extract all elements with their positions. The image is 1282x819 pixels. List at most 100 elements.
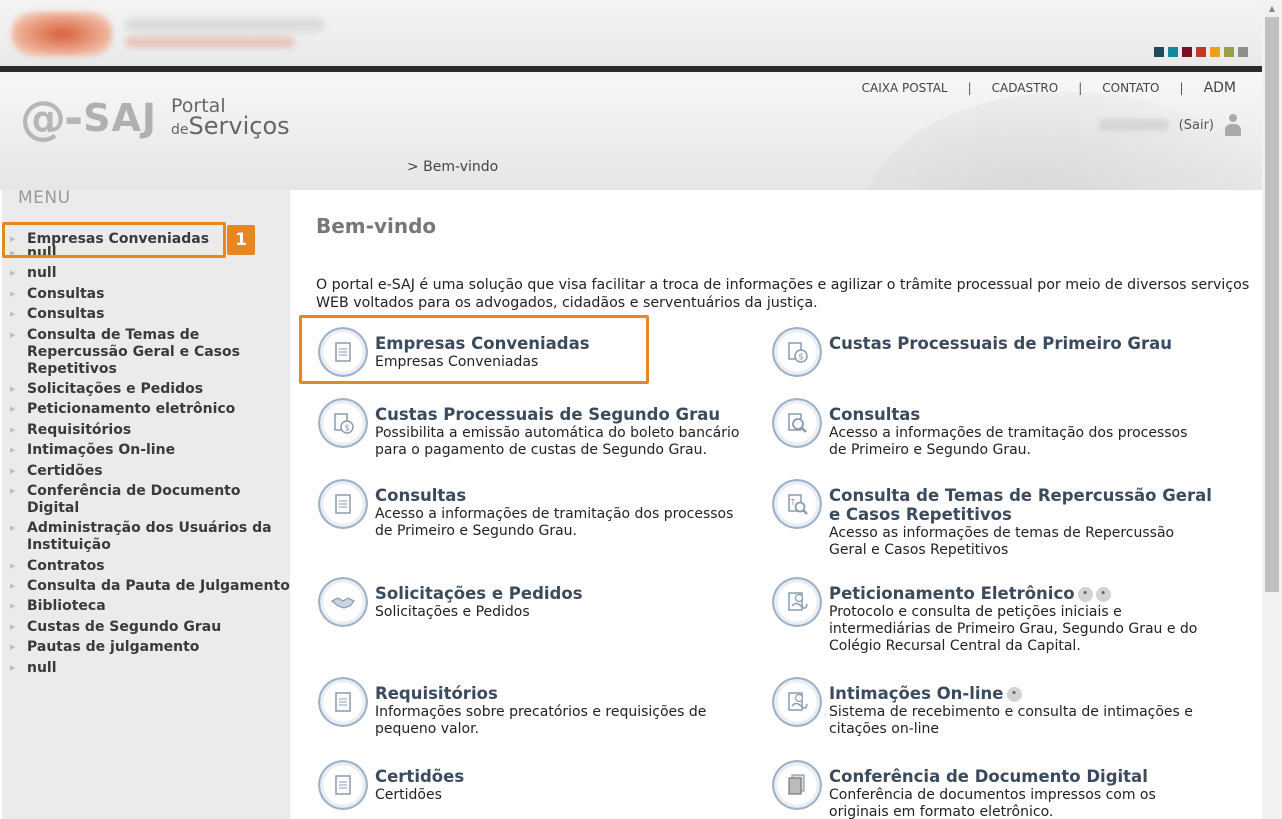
menu-item-certidoes[interactable]: Certidões (10, 463, 290, 480)
nav-adm[interactable]: ADM (1204, 80, 1236, 96)
card-consultas-lupa[interactable]: Consultas Acesso a informações de tramit… (772, 398, 1212, 459)
swatch-2[interactable] (1168, 47, 1178, 57)
document-icon (318, 479, 368, 529)
site-header: @- SAJ Portal deServiços CAIXA POSTAL | … (0, 72, 1262, 190)
color-theme-swatches (1154, 47, 1248, 57)
nav-contato[interactable]: CONTATO (1102, 81, 1159, 95)
menu-list: Empresas Conveniadas null null Consultas… (10, 231, 290, 680)
card-desc: Certidões (375, 787, 442, 803)
user-area: (Sair) (1098, 114, 1242, 136)
card-title[interactable]: Intimações On-line • (829, 684, 1209, 703)
handshake-icon (318, 577, 368, 627)
swatch-4[interactable] (1196, 47, 1206, 57)
card-title[interactable]: Conferência de Documento Digital (829, 767, 1212, 786)
blurred-title (125, 18, 325, 32)
card-custas-primeiro-grau[interactable]: $ Custas Processuais de Primeiro Grau (772, 327, 1212, 377)
card-title[interactable]: Peticionamento Eletrônico • • (829, 584, 1212, 603)
document-icon (318, 760, 368, 810)
blurred-username (1098, 119, 1169, 131)
card-title[interactable]: Custas Processuais de Segundo Grau (375, 405, 758, 424)
card-title[interactable]: Solicitações e Pedidos (375, 584, 583, 603)
swatch-6[interactable] (1224, 47, 1234, 57)
highlight-box-card (299, 315, 649, 384)
page-title: Bem-vindo (316, 214, 437, 238)
swatch-5[interactable] (1210, 47, 1220, 57)
menu-item-peticionamento[interactable]: Peticionamento eletrônico (10, 401, 290, 418)
nav-cadastro[interactable]: CADASTRO (992, 81, 1059, 95)
esaj-logo[interactable]: @- SAJ Portal deServiços (20, 88, 290, 148)
card-requisitorios[interactable]: Requisitórios Informações sobre precatór… (318, 677, 758, 738)
menu-title: MENU (18, 188, 71, 208)
card-desc: Protocolo e consulta de petições iniciai… (829, 604, 1198, 654)
card-title[interactable]: Custas Processuais de Primeiro Grau (829, 334, 1172, 353)
user-icon[interactable] (1224, 114, 1242, 136)
swatch-3[interactable] (1182, 47, 1192, 57)
menu-item-solicitacoes[interactable]: Solicitações e Pedidos (10, 381, 290, 398)
card-desc: Conferência de documentos impressos com … (829, 787, 1156, 819)
intro-text: O portal e-SAJ é uma solução que visa fa… (316, 277, 1250, 311)
menu-item-null-2[interactable]: null (10, 265, 290, 282)
card-desc: Informações sobre precatórios e requisiç… (375, 704, 707, 737)
menu-item-pauta-julgamento[interactable]: Consulta da Pauta de Julgamento (10, 578, 290, 595)
menu-item-consultas-1[interactable]: Consultas (10, 286, 290, 303)
page-scrollbar[interactable]: ▲ (1262, 0, 1282, 819)
document-icon (318, 677, 368, 727)
menu-item-administracao-usuarios[interactable]: Administração dos Usuários da Instituiçã… (10, 520, 290, 554)
logout-link[interactable]: (Sair) (1179, 118, 1214, 133)
menu-item-pautas-julgamento[interactable]: Pautas de julgamento (10, 639, 290, 656)
card-temas-repercussao[interactable]: T Consulta de Temas de Repercussão Geral… (772, 479, 1212, 559)
blurred-logo (12, 12, 112, 56)
menu-item-biblioteca[interactable]: Biblioteca (10, 598, 290, 615)
card-conferencia-documento[interactable]: Conferência de Documento Digital Conferê… (772, 760, 1212, 819)
top-navigation: CAIXA POSTAL | CADASTRO | CONTATO | ADM (862, 80, 1236, 96)
swatch-1[interactable] (1154, 47, 1164, 57)
nav-separator: | (1179, 81, 1184, 95)
dollar-document-icon: $ (318, 398, 368, 448)
card-title-text[interactable]: Peticionamento Eletrônico (829, 584, 1075, 603)
menu-item-custas-segundo-grau[interactable]: Custas de Segundo Grau (10, 619, 290, 636)
card-title[interactable]: Requisitórios (375, 684, 758, 703)
nav-separator: | (1078, 81, 1083, 95)
menu-item-contratos[interactable]: Contratos (10, 558, 290, 575)
card-certidoes[interactable]: Certidões Certidões (318, 760, 758, 810)
highlight-box-menu (2, 222, 226, 258)
blurred-subtitle (125, 36, 295, 48)
menu-item-consultas-2[interactable]: Consultas (10, 306, 290, 323)
menu-item-requisitorios[interactable]: Requisitórios (10, 422, 290, 439)
main-content: Bem-vindo O portal e-SAJ é uma solução q… (290, 190, 1262, 819)
stacked-documents-icon (772, 760, 822, 810)
breadcrumb: > Bem-vindo (407, 159, 499, 175)
magnifier-document-icon (772, 398, 822, 448)
card-title[interactable]: Certidões (375, 767, 464, 786)
annotation-badge: 1 (227, 225, 255, 255)
logo-e-mark: @- (20, 91, 83, 145)
card-solicitacoes-pedidos[interactable]: Solicitações e Pedidos Solicitações e Pe… (318, 577, 758, 627)
card-title[interactable]: Consultas (375, 486, 755, 505)
scrollbar-thumb[interactable] (1265, 17, 1279, 592)
svg-text:T: T (790, 498, 796, 507)
scroll-up-icon[interactable]: ▲ (1262, 0, 1282, 17)
card-desc: Acesso a informações de tramitação dos p… (375, 506, 734, 539)
card-consultas[interactable]: Consultas Acesso a informações de tramit… (318, 479, 758, 540)
logo-servicos: Serviços (188, 112, 290, 140)
card-intimacoes-online[interactable]: Intimações On-line • Sistema de recebimen… (772, 677, 1212, 738)
search-document-icon: T (772, 479, 822, 529)
top-banner (0, 0, 1262, 68)
card-title-text[interactable]: Intimações On-line (829, 684, 1004, 703)
card-title[interactable]: Consultas (829, 405, 1209, 424)
logo-portal-text: Portal deServiços (171, 96, 290, 140)
gavel-background (860, 92, 1262, 190)
menu-item-null-3[interactable]: null (10, 660, 290, 677)
menu-item-conferencia-documento[interactable]: Conferência de Documento Digital (10, 483, 290, 517)
card-title[interactable]: Consulta de Temas de Repercussão Geral e… (829, 486, 1212, 524)
signed-document-icon (772, 677, 822, 727)
menu-item-intimacoes[interactable]: Intimações On-line (10, 442, 290, 459)
card-desc: Possibilita a emissão automática do bole… (375, 425, 740, 458)
nav-caixa-postal[interactable]: CAIXA POSTAL (862, 81, 948, 95)
logo-de: de (171, 122, 189, 138)
svg-text:$: $ (798, 353, 804, 363)
card-peticionamento-eletronico[interactable]: Peticionamento Eletrônico • • Protocolo e … (772, 577, 1212, 655)
swatch-7[interactable] (1238, 47, 1248, 57)
menu-item-temas-repercussao[interactable]: Consulta de Temas de Repercussão Geral e… (10, 327, 290, 378)
card-custas-segundo-grau[interactable]: $ Custas Processuais de Segundo Grau Pos… (318, 398, 758, 459)
